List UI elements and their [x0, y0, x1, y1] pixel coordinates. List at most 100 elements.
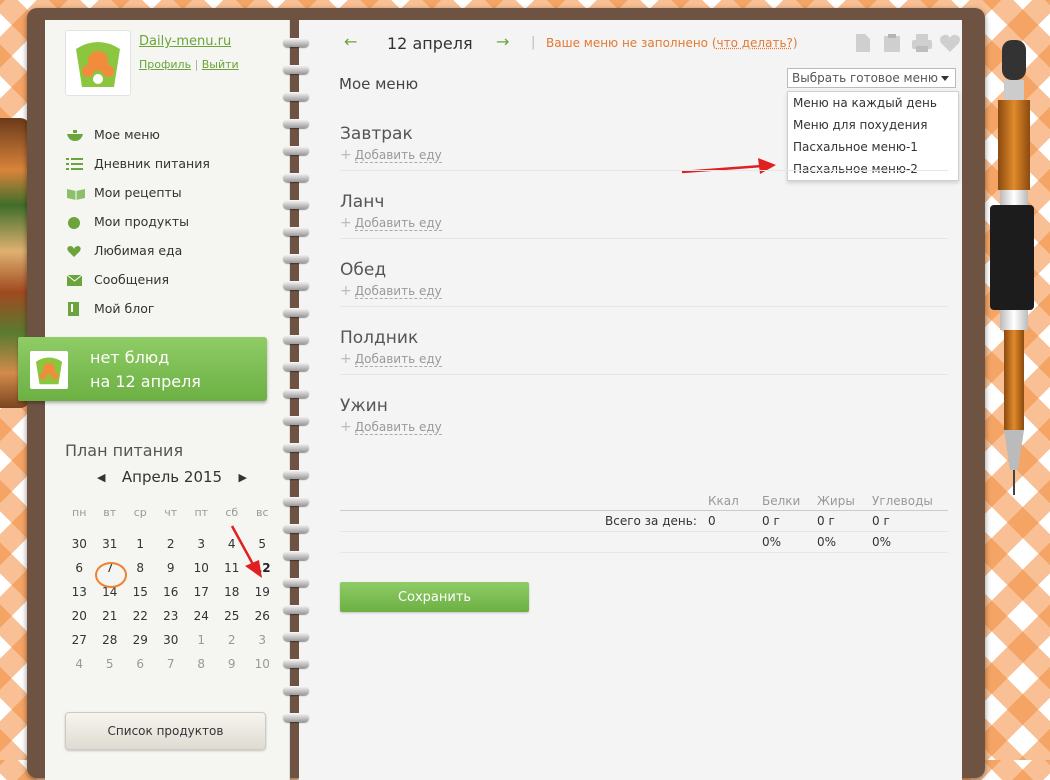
pen-decoration — [990, 40, 1034, 495]
spiral-ring — [283, 713, 309, 722]
column-header: Белки — [762, 494, 801, 508]
dropdown-option[interactable]: Меню на каждый день — [788, 92, 958, 114]
calendar-day-other-month[interactable]: 3 — [247, 633, 278, 647]
spiral-ring — [283, 227, 309, 236]
calendar-day[interactable]: 2 — [156, 537, 187, 551]
chevron-down-icon — [941, 76, 949, 81]
logout-link[interactable]: Выйти — [202, 58, 239, 71]
calendar-day[interactable]: 23 — [156, 609, 187, 623]
calendar-day[interactable]: 28 — [95, 633, 126, 647]
sidebar-item-messages[interactable]: Сообщения — [66, 265, 210, 294]
prev-day-arrow[interactable]: ← — [344, 32, 357, 51]
calendar-day[interactable]: 24 — [186, 609, 217, 623]
calendar-day-other-month[interactable]: 5 — [95, 657, 126, 671]
calendar-day[interactable]: 16 — [156, 585, 187, 599]
calendar-day[interactable]: 30 — [156, 633, 187, 647]
page-tools — [855, 33, 960, 53]
calendar-day[interactable]: 9 — [156, 561, 187, 575]
calendar-day-other-month[interactable]: 8 — [186, 657, 217, 671]
spiral-ring — [283, 335, 309, 344]
shopping-list-button[interactable]: Список продуктов — [65, 712, 266, 750]
calendar-day[interactable]: 18 — [217, 585, 248, 599]
calendar-day[interactable]: 22 — [125, 609, 156, 623]
heart-icon — [66, 244, 84, 258]
spiral-ring — [283, 254, 309, 263]
month-label: Апрель 2015 — [121, 468, 223, 486]
meal-snack: Полдник + Добавить еду — [340, 328, 948, 375]
add-food-link[interactable]: + Добавить еду — [340, 351, 948, 367]
site-link[interactable]: Daily-menu.ru — [139, 34, 231, 49]
prev-month-button[interactable]: ◀ — [97, 471, 105, 484]
sidebar-item-favorites[interactable]: Любимая еда — [66, 236, 210, 265]
sidebar-item-diary[interactable]: Дневник питания — [66, 149, 210, 178]
calendar-day[interactable]: 3 — [186, 537, 217, 551]
calendar-day[interactable]: 13 — [64, 585, 95, 599]
meal-supper: Ужин + Добавить еду — [340, 396, 948, 435]
document-icon[interactable] — [855, 33, 875, 53]
add-food-link[interactable]: + Добавить еду — [340, 215, 948, 231]
spiral-ring — [283, 686, 309, 695]
calendar-day-other-month[interactable]: 2 — [217, 633, 248, 647]
calendar-day[interactable]: 30 — [64, 537, 95, 551]
divider — [340, 531, 948, 532]
calendar-day-other-month[interactable]: 4 — [64, 657, 95, 671]
calendar-day[interactable]: 27 — [64, 633, 95, 647]
add-food-link[interactable]: + Добавить еду — [340, 147, 948, 163]
favorite-heart-icon[interactable] — [939, 33, 960, 53]
add-food-link[interactable]: + Добавить еду — [340, 283, 948, 299]
profile-link[interactable]: Профиль — [139, 58, 191, 71]
calendar-day[interactable]: 21 — [95, 609, 126, 623]
calendar-day[interactable]: 31 — [95, 537, 126, 551]
sidebar-item-label: Мой блог — [94, 301, 155, 316]
save-button[interactable]: Сохранить — [340, 582, 529, 612]
total-kcal: 0 — [708, 514, 716, 528]
add-food-label: Добавить еду — [354, 419, 442, 435]
calendar-day[interactable]: 20 — [64, 609, 95, 623]
calendar-day[interactable]: 6 — [64, 561, 95, 575]
next-day-arrow[interactable]: → — [496, 32, 509, 51]
spiral-ring — [283, 470, 309, 479]
calendar-day-other-month[interactable]: 9 — [217, 657, 248, 671]
calendar-day[interactable]: 26 — [247, 609, 278, 623]
percent-protein: 0% — [762, 535, 782, 549]
weekday-label: пн — [72, 505, 87, 519]
calendar-day-other-month[interactable]: 7 — [156, 657, 187, 671]
banner-line-2: на 12 апреля — [90, 372, 201, 391]
sidebar-item-recipes[interactable]: Мои рецепты — [66, 178, 210, 207]
calendar-day[interactable]: 17 — [186, 585, 217, 599]
clipboard-icon[interactable] — [883, 33, 903, 53]
sidebar-item-my-menu[interactable]: Мое меню — [66, 120, 210, 149]
calendar-day[interactable]: 15 — [125, 585, 156, 599]
spiral-ring — [283, 605, 309, 614]
calendar-day[interactable]: 8 — [125, 561, 156, 575]
calendar-day-other-month[interactable]: 10 — [247, 657, 278, 671]
separator: | — [531, 35, 536, 50]
weekday-label: чт — [164, 505, 178, 519]
column-header: Жиры — [817, 494, 855, 508]
calendar-day-other-month[interactable]: 1 — [186, 633, 217, 647]
add-food-label: Добавить еду — [354, 147, 442, 163]
weekday-label: сб — [225, 505, 239, 519]
next-month-button[interactable]: ▶ — [239, 471, 247, 484]
site-logo[interactable] — [65, 30, 131, 96]
calendar-day[interactable]: 29 — [125, 633, 156, 647]
print-icon[interactable] — [911, 33, 932, 53]
ready-menu-select[interactable]: Выбрать готовое меню — [787, 68, 956, 88]
calendar-day[interactable]: 1 — [125, 537, 156, 551]
divider — [340, 552, 948, 553]
sidebar-item-products[interactable]: Мои продукты — [66, 207, 210, 236]
current-date: 12 апреля — [387, 34, 473, 53]
calendar-day-other-month[interactable]: 6 — [125, 657, 156, 671]
day-status-banner[interactable]: нет блюд на 12 апреля — [18, 337, 267, 401]
meal-breakfast: Завтрак + Добавить еду — [340, 124, 948, 171]
what-to-do-link[interactable]: что делать? — [717, 36, 793, 50]
spiral-ring — [283, 497, 309, 506]
add-food-link[interactable]: + Добавить еду — [340, 419, 948, 435]
add-food-label: Добавить еду — [354, 351, 442, 367]
add-food-label: Добавить еду — [354, 283, 442, 299]
sidebar-item-blog[interactable]: Мой блог — [66, 294, 210, 323]
calendar-day[interactable]: 19 — [247, 585, 278, 599]
divider — [340, 170, 948, 171]
calendar-day[interactable]: 10 — [186, 561, 217, 575]
calendar-day[interactable]: 25 — [217, 609, 248, 623]
